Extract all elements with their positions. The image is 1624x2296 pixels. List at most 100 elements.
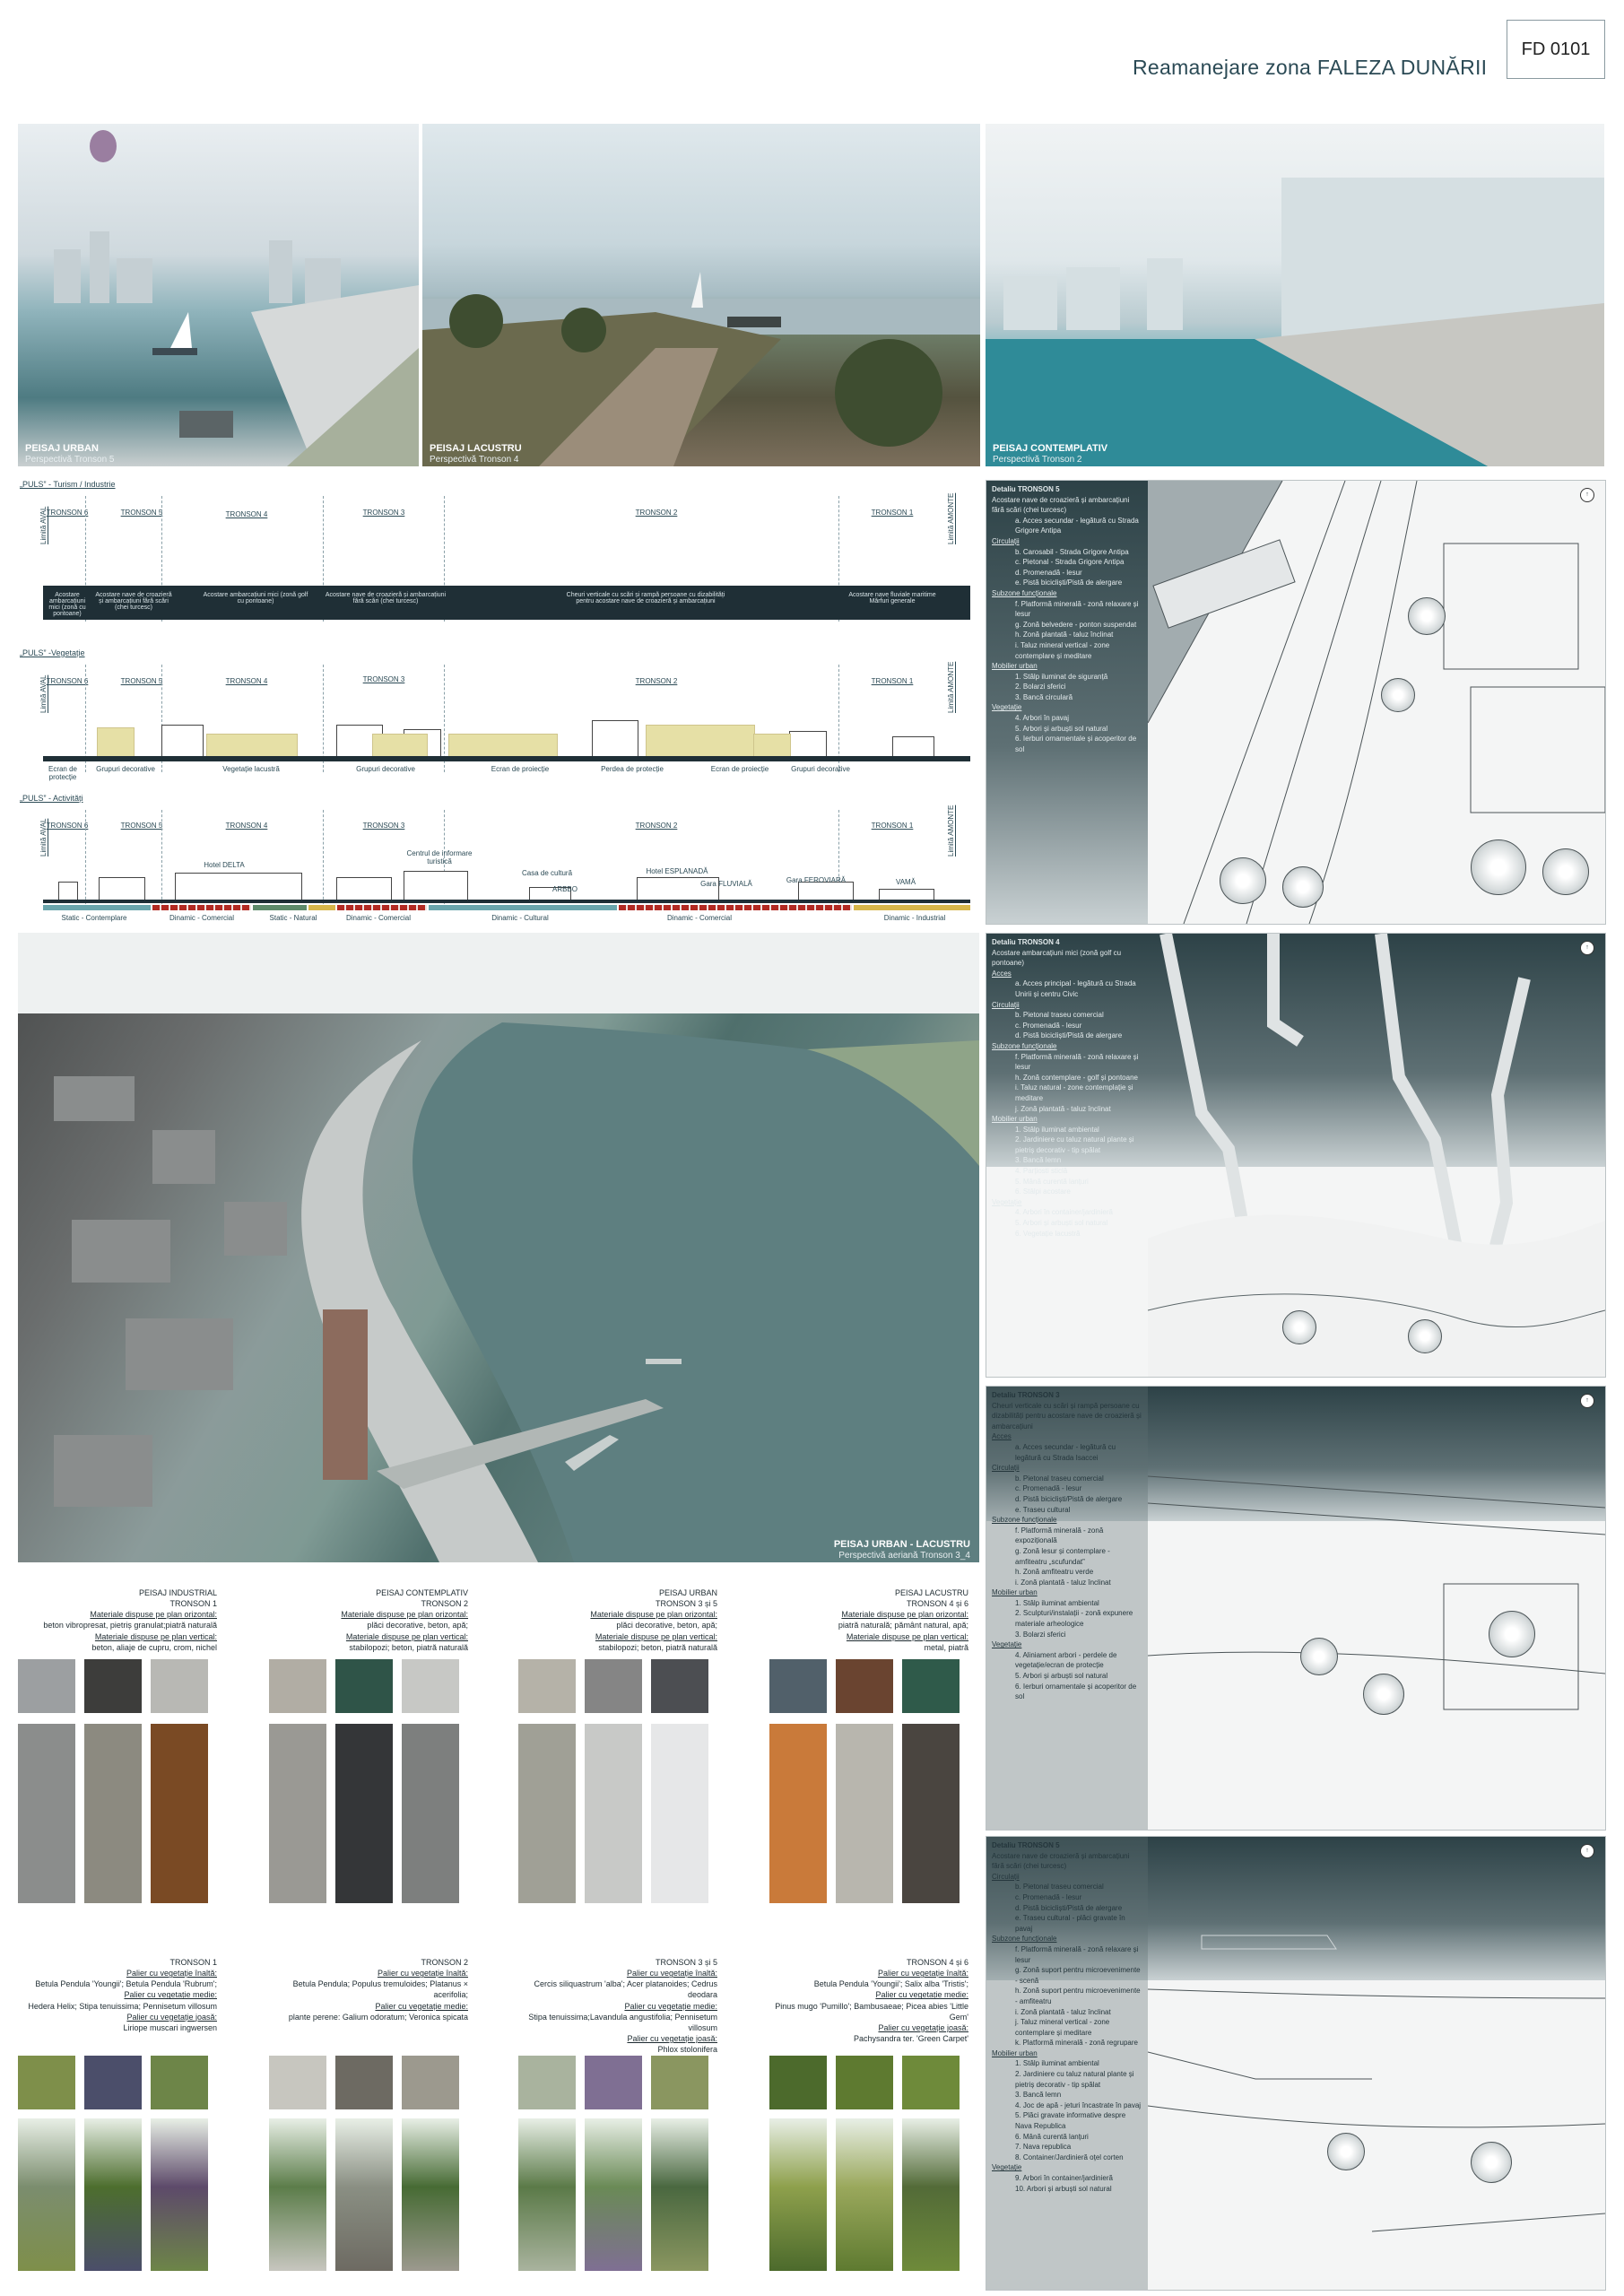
detail-legend: Detaliu TRONSON 5 Acostare nave de croaz… <box>992 484 1142 754</box>
material-h-text: beton vibropresat, pietriș granulat;piat… <box>43 1621 217 1631</box>
material-photo <box>151 1724 208 1903</box>
veg-caption: Perdea de protecție <box>601 765 664 773</box>
legend-line: 6. Vegetație lacustră <box>1015 1229 1081 1238</box>
tronson-label: TRONSON 2 <box>635 677 678 685</box>
legend-line: 1. Stâlp iluminat ambiental <box>1015 2059 1099 2068</box>
legend-line: b. Pietonal traseu comercial <box>1015 1011 1104 1020</box>
legend-line: c. Promenadă - lesur <box>1015 1021 1082 1030</box>
detail-subtitle: Acostare ambarcațiuni mici (zonă golf cu… <box>992 948 1122 968</box>
photo-label: PEISAJ CONTEMPLATIV <box>993 443 1108 454</box>
legend-line: i. Taluz mineral vertical - zone contemp… <box>1015 640 1110 660</box>
material-photo <box>769 1724 827 1903</box>
material-v-text: beton, aliaje de cupru, crom, nichel <box>91 1642 217 1652</box>
legend-line: d. Pistă bicicliști/Pistă de alergare <box>1015 1903 1123 1912</box>
aerial-photo: PEISAJ URBAN - LACUSTRU Perspectivă aeri… <box>18 933 979 1562</box>
vegetation-line: Hedera Helix; Stipa tenuissima; Penniset… <box>28 2001 217 2011</box>
plant-photo <box>269 2118 326 2271</box>
legend-line: c. Promenadă - lesur <box>1015 1484 1082 1493</box>
legend-line: a. Acces secundar - legătură cu legătură… <box>1015 1442 1116 1462</box>
detail-lines: Circulații b. Pietonal traseu comercial c.… <box>992 1872 1142 2194</box>
material-photo <box>18 1724 75 1903</box>
legend-line: b. Carosabil - Strada Grigore Antipa <box>1015 547 1129 556</box>
legend-line: 2. Jardiniere cu taluz natural plante și… <box>1015 2070 1134 2089</box>
vegetation-line: Palier cu vegetație înaltă: <box>126 1969 217 1979</box>
vegetation-line: Palier cu vegetație joasă: <box>126 2012 217 2022</box>
legend-line: Subzone funcționale <box>992 588 1057 597</box>
detail-title: Detaliu TRONSON 5 <box>992 1841 1060 1849</box>
limit-amonte: Limită AMONTE <box>947 661 955 713</box>
tronson-label: TRONSON 3 <box>362 509 405 517</box>
tronson-label: TRONSON 2 <box>635 509 678 517</box>
legend-line: f. Platformă minerală - zonă expoziționa… <box>1015 1526 1104 1545</box>
legend-line: g. Zonă lesur și contemplare - amfiteatr… <box>1015 1546 1110 1566</box>
page-title: Reamanejare zona FALEZA DUNĂRII <box>1133 56 1488 79</box>
photo-sublabel: Perspectivă Tronson 2 <box>993 455 1082 465</box>
vegetation-tronson: TRONSON 3 și 5 <box>655 1958 717 1967</box>
material-name: PEISAJ INDUSTRIAL <box>138 1588 217 1597</box>
legend-line: j. Taluz mineral vertical - zone contemp… <box>1015 2018 1110 2037</box>
legend-line: Circulații <box>992 536 1020 545</box>
material-swatch <box>518 1659 576 1713</box>
legend-line: 4. Aliniament arbori - perdele de vegeta… <box>1015 1650 1117 1670</box>
legend-line: Mobilier urban <box>992 1115 1038 1124</box>
material-swatch <box>269 1659 326 1713</box>
legend-line: Acces <box>992 1432 1012 1441</box>
plant-swatch <box>769 2056 827 2109</box>
band-note: Acostare nave fluviale maritime Mărfuri … <box>848 592 936 604</box>
activity-caption: Dinamic - Cultural <box>491 914 549 922</box>
tronson-label: TRONSON 4 <box>225 677 268 685</box>
legend-line: 5. Arbori și arbuști sol natural <box>1015 1219 1108 1228</box>
legend-line: g. Zonă suport pentru microevenimente - … <box>1015 1966 1141 1985</box>
legend-line: Acces <box>992 969 1012 978</box>
plant-photo <box>335 2118 393 2271</box>
plant-swatch <box>402 2056 459 2109</box>
veg-caption: Grupuri decorative <box>96 765 155 773</box>
limit-amonte: Limită AMONTE <box>947 804 955 857</box>
legend-line: Subzone funcționale <box>992 1041 1057 1050</box>
plant-photo <box>84 2118 142 2271</box>
vegetation-column: TRONSON 4 și 6 Palier cu vegetație înaltă… <box>769 1957 968 2280</box>
legend-line: b. Pietonal traseu comercial <box>1015 1883 1104 1892</box>
vegetation-line: Betula Pendula 'Youngii'; Betula Pendula… <box>35 1979 217 1989</box>
material-tronson: TRONSON 2 <box>421 1599 468 1609</box>
activity-label: Casa de cultură <box>521 869 573 877</box>
photo-contemplative-landscape: PEISAJ CONTEMPLATIV Perspectivă Tronson … <box>986 124 1604 466</box>
tronson-label: TRONSON 3 <box>362 822 405 830</box>
legend-line: 2. Bolarzi sferici <box>1015 683 1066 691</box>
legend-line: 6. Ierburi ornamentale și acoperitor de … <box>1015 1682 1137 1701</box>
vegetation-line: Palier cu vegetație medie: <box>124 1990 217 2000</box>
activity-caption: Static - Natural <box>269 914 317 922</box>
detail-legend: Detaliu TRONSON 5 Acostare nave de croaz… <box>992 1840 1142 2194</box>
material-name: PEISAJ CONTEMPLATIV <box>376 1588 468 1597</box>
detail-panel-tronson5: Detaliu TRONSON 5 Acostare nave de croaz… <box>986 480 1606 925</box>
material-photo <box>335 1724 393 1903</box>
legend-line: Subzone funcționale <box>992 1516 1057 1525</box>
legend-line: Circulații <box>992 1000 1020 1009</box>
material-tronson: TRONSON 3 și 5 <box>655 1599 717 1609</box>
band-note: Cheuri verticale cu scări și rampă perso… <box>566 592 725 604</box>
detail-lines: a. Acces secundar - legătură cu Strada G… <box>992 516 1142 755</box>
plant-photo <box>836 2118 893 2271</box>
plant-photo <box>585 2118 642 2271</box>
legend-line: 4. Arbori în pavaj <box>1015 714 1070 723</box>
legend-line: d. Promenadă - lesur <box>1015 568 1082 577</box>
vegetation-line: Betula Pendula; Populus tremuloides; Pla… <box>292 1979 468 2000</box>
legend-line: i. Taluz natural - zone contemplație și … <box>1015 1083 1133 1102</box>
plant-photo <box>518 2118 576 2271</box>
material-h-label: Materiale dispuse pe plan orizontal: <box>590 1610 717 1620</box>
legend-line: b. Pietonal traseu comercial <box>1015 1474 1104 1483</box>
veg-caption: Ecran de proiecție <box>710 765 769 773</box>
plant-swatch <box>269 2056 326 2109</box>
photo-lake-landscape: PEISAJ LACUSTRU Perspectivă Tronson 4 <box>422 124 980 466</box>
legend-line: Vegetație <box>992 2163 1022 2172</box>
activity-label: VAMĂ <box>895 878 916 886</box>
vegetation-line: Palier cu vegetație medie: <box>375 2001 468 2011</box>
plant-swatch <box>585 2056 642 2109</box>
tronson-label: TRONSON 5 <box>120 509 163 517</box>
vegetation-line: Pinus mugo 'Pumillo'; Bambusaeae; Picea … <box>775 2001 968 2022</box>
tronson-label: TRONSON 6 <box>46 509 89 517</box>
legend-line: c. Promenadă - lesur <box>1015 1892 1082 1901</box>
material-photo <box>651 1724 708 1903</box>
legend-line: e. Pistă bicicliști/Pistă de alergare <box>1015 578 1123 587</box>
legend-line: f. Platformă minerală - zonă relaxare și… <box>1015 1052 1139 1072</box>
